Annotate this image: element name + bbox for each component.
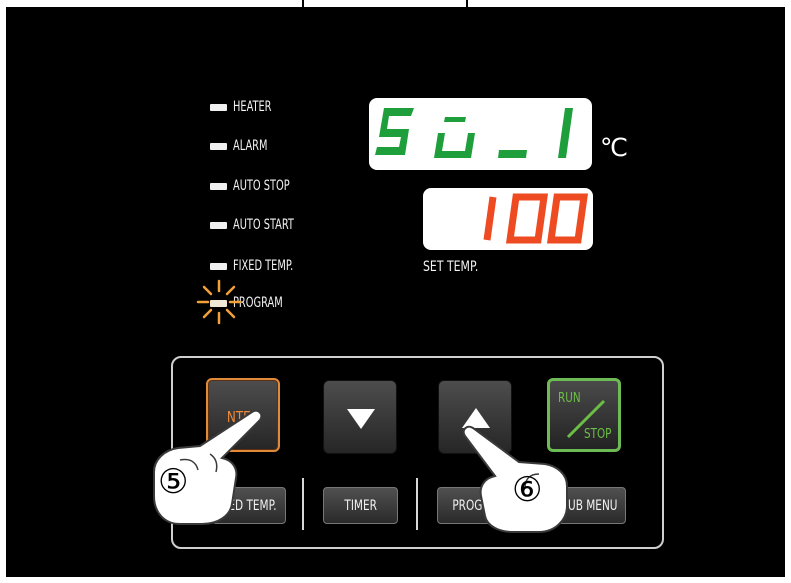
indicator-fixed-temp: FIXED TEMP. xyxy=(210,257,310,275)
indicator-light xyxy=(210,103,227,111)
indicator-auto-stop: AUTO STOP xyxy=(210,177,306,195)
indicator-heater: HEATER xyxy=(210,98,282,116)
indicator-label: ALARM xyxy=(233,138,268,154)
main-display-digits xyxy=(375,108,573,158)
down-button[interactable] xyxy=(323,380,397,454)
unit-celsius: ℃ xyxy=(600,133,629,162)
run-label: RUN xyxy=(558,391,581,406)
indicator-label: AUTO STOP xyxy=(233,178,290,194)
indicator-light xyxy=(210,182,227,190)
indicator-label: AUTO START xyxy=(233,217,294,233)
stop-label: STOP xyxy=(584,427,612,442)
blink-burst-icon xyxy=(196,279,242,325)
indicator-auto-start: AUTO START xyxy=(210,216,311,234)
set-temp-digits xyxy=(483,193,589,244)
timer-label: TIMER xyxy=(344,497,377,514)
main-display xyxy=(369,98,592,170)
set-temp-label: SET TEMP. xyxy=(423,259,479,275)
triangle-down-icon xyxy=(347,409,375,429)
indicator-alarm: ALARM xyxy=(210,137,277,155)
indicator-light xyxy=(210,262,227,270)
set-temp-display xyxy=(423,188,593,250)
timer-button[interactable]: TIMER xyxy=(323,487,398,524)
indicator-label: HEATER xyxy=(233,99,272,115)
divider xyxy=(416,478,418,530)
indicator-label: FIXED TEMP. xyxy=(233,258,294,274)
indicator-light xyxy=(210,142,227,150)
indicator-light xyxy=(210,221,227,229)
divider xyxy=(302,478,304,530)
step-5-marker: ⑤ xyxy=(158,462,189,502)
step-6-marker: ⑥ xyxy=(512,470,543,510)
